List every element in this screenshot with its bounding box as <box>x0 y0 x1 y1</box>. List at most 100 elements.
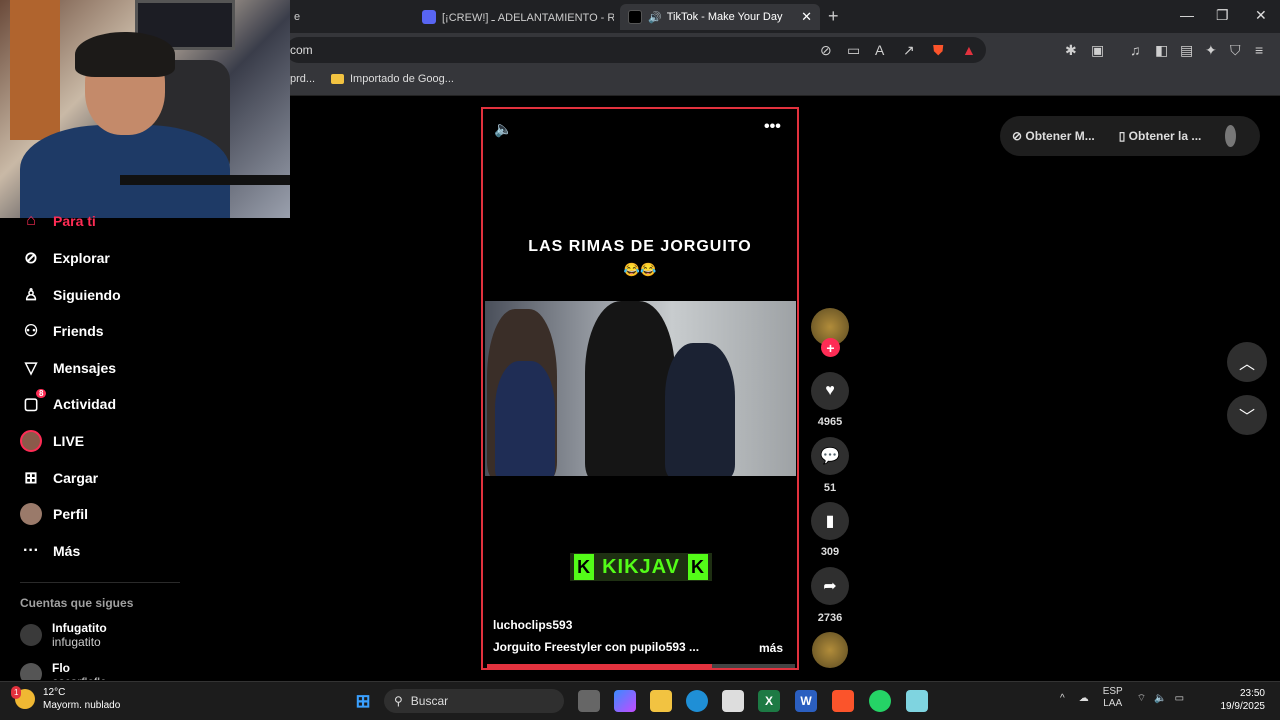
next-video-button[interactable]: ﹀ <box>1227 395 1267 435</box>
sidebar-item-cargar[interactable]: ⊞ Cargar <box>20 466 98 490</box>
excel-icon[interactable]: X <box>758 690 780 712</box>
account-name: Infugatito <box>52 621 107 635</box>
file-explorer-icon[interactable] <box>650 690 672 712</box>
following-account-flo[interactable]: Flooscarflofle <box>20 661 107 680</box>
previous-video-button[interactable]: ︿ <box>1227 342 1267 382</box>
tab-partial-label: e <box>294 11 301 23</box>
minimize-icon[interactable]: — <box>1180 7 1194 23</box>
volume-icon[interactable]: 🔈 <box>494 120 513 138</box>
save-button[interactable]: ▮ <box>811 502 849 540</box>
tiktok-icon <box>628 10 642 24</box>
brave-rewards-icon[interactable]: ▲ <box>962 42 976 58</box>
sidebar-item-siguiendo[interactable]: ♙ Siguiendo <box>20 283 121 307</box>
video-more-link[interactable]: más <box>759 641 783 655</box>
taskbar-clock[interactable]: 23:50 19/9/2025 <box>1210 687 1266 713</box>
screenshot-icon[interactable]: ▣ <box>1091 42 1104 59</box>
whatsapp-icon[interactable] <box>869 690 891 712</box>
share-count: 2736 <box>817 612 843 624</box>
get-app-button-1[interactable]: ⊘ Obtener M... <box>1012 129 1107 143</box>
get-app-button-2[interactable]: ▯ Obtener la ... <box>1119 129 1214 143</box>
video-clip-frame <box>485 301 796 476</box>
chevron-up-icon: ︿ <box>1238 356 1255 373</box>
user-avatar[interactable] <box>1225 125 1236 147</box>
comment-button[interactable]: 💬 <box>811 437 849 475</box>
avatar <box>20 624 42 646</box>
video-author[interactable]: luchoclips593 <box>493 618 572 632</box>
onedrive-icon[interactable]: ☁ <box>1079 693 1089 704</box>
wifi-icon[interactable]: ⌔ <box>1137 692 1146 705</box>
weather-cloud-icon: 1 <box>11 686 35 709</box>
battery-icon[interactable]: ▭ <box>1175 693 1184 704</box>
home-icon: ⌂ <box>26 212 36 229</box>
extensions-icon[interactable]: ✱ <box>1065 42 1077 59</box>
sidebar-item-label: Para ti <box>53 213 96 229</box>
close-tab-icon[interactable]: ✕ <box>801 9 812 25</box>
cast-icon[interactable]: ▭ <box>847 42 860 59</box>
sidebar-item-perfil[interactable]: Perfil <box>20 502 88 526</box>
get-app-pill: ⊘ Obtener M... ▯ Obtener la ... <box>1000 116 1260 156</box>
edge-icon[interactable] <box>686 690 708 712</box>
sidebar-item-mensajes[interactable]: ▽ Mensajes <box>20 356 116 380</box>
clock-date: 19/9/2025 <box>1220 701 1266 712</box>
menu-icon[interactable]: ≡ <box>1255 42 1263 58</box>
tab-tiktok[interactable]: 🔊 TikTok - Make Your Day ✕ <box>620 4 820 30</box>
sidebar-item-actividad[interactable]: ▢ 8 Actividad <box>20 389 117 416</box>
sidebar-item-friends[interactable]: ⚇ Friends <box>20 319 104 343</box>
bookmark-folder-imported[interactable]: Importado de Goog... <box>331 73 454 85</box>
sidebar-item-label: Perfil <box>53 506 89 522</box>
sidebar-toggle-icon[interactable]: ◧ <box>1155 42 1168 59</box>
bookmark-item-1[interactable]: prd... <box>290 73 315 85</box>
clip-person-woman-jacket <box>495 361 555 476</box>
sound-disc-icon[interactable] <box>812 632 848 668</box>
like-button[interactable]: ♥ <box>811 372 849 410</box>
volume-tray-icon[interactable]: 🔈 <box>1154 693 1166 704</box>
copilot-icon[interactable] <box>614 690 636 712</box>
language-layout: LAA <box>1103 698 1123 709</box>
store-icon[interactable] <box>722 690 744 712</box>
sidebar-item-live[interactable]: LIVE <box>20 429 84 453</box>
url-text[interactable]: com <box>290 43 313 57</box>
clip-person-right <box>665 343 735 476</box>
new-tab-icon[interactable]: + <box>828 6 839 27</box>
video-progress-fill <box>487 664 712 668</box>
bookmark-label: prd... <box>290 73 316 85</box>
sidebar-item-explorar[interactable]: ⊘ Explorar <box>20 246 110 270</box>
temperature: 12°C <box>43 687 66 698</box>
following-header: Cuentas que sigues <box>20 596 134 610</box>
translate-icon[interactable]: A <box>875 42 884 58</box>
account-handle: oscarflofle <box>52 675 107 680</box>
brave-shields-icon[interactable]: ⛊ <box>933 42 944 59</box>
vpn-icon[interactable]: ⛉ <box>1230 42 1241 59</box>
tab-partial[interactable]: e <box>286 4 316 30</box>
follow-plus-icon[interactable]: + <box>821 338 840 357</box>
app-icon[interactable] <box>906 690 928 712</box>
tab-crew[interactable]: [¡CREW!] ـ ADELANTAMIENTO - R <box>414 4 614 30</box>
more-options-icon[interactable]: ••• <box>764 118 781 136</box>
search-label: Buscar <box>410 694 449 708</box>
weather-widget[interactable]: 1 12°C Mayorm. nublado <box>11 686 120 712</box>
sidebar-item-label: LIVE <box>53 433 85 449</box>
chevron-up-icon[interactable]: ^ <box>1060 693 1065 704</box>
kick-brand-text: KIKJAV <box>602 555 680 578</box>
following-account-infugatito[interactable]: Infugatito infugatito <box>20 621 107 649</box>
sidebar-item-para-ti[interactable]: ⌂ Para ti <box>20 212 96 230</box>
video-description: Jorguito Freestyler con pupilo593 ... <box>493 640 700 654</box>
taskbar-search[interactable]: ⚲ Buscar <box>384 689 564 713</box>
language-indicator[interactable]: ESP LAA <box>1103 686 1123 710</box>
sidebar-item-label: Actividad <box>53 396 117 412</box>
word-icon[interactable]: W <box>795 690 817 712</box>
friends-icon: ⚇ <box>23 323 39 340</box>
share-icon[interactable]: ↗ <box>903 42 915 59</box>
windows-start-icon[interactable]: ⊞ <box>352 690 374 712</box>
reader-mode-icon[interactable]: ⊘ <box>820 42 832 59</box>
share-button[interactable]: ➦ <box>811 567 849 605</box>
wallet-icon[interactable]: ▤ <box>1180 42 1193 59</box>
brave-taskbar-icon[interactable] <box>832 690 854 712</box>
media-icon[interactable]: ♫ <box>1130 42 1141 58</box>
maximize-icon[interactable]: ❐ <box>1216 7 1229 24</box>
task-view-icon[interactable] <box>578 690 600 712</box>
sidebar-divider <box>20 582 180 583</box>
leo-ai-icon[interactable]: ✦ <box>1205 42 1217 59</box>
close-window-icon[interactable]: ✕ <box>1255 7 1267 24</box>
sidebar-item-mas[interactable]: ··· Más <box>20 539 80 563</box>
